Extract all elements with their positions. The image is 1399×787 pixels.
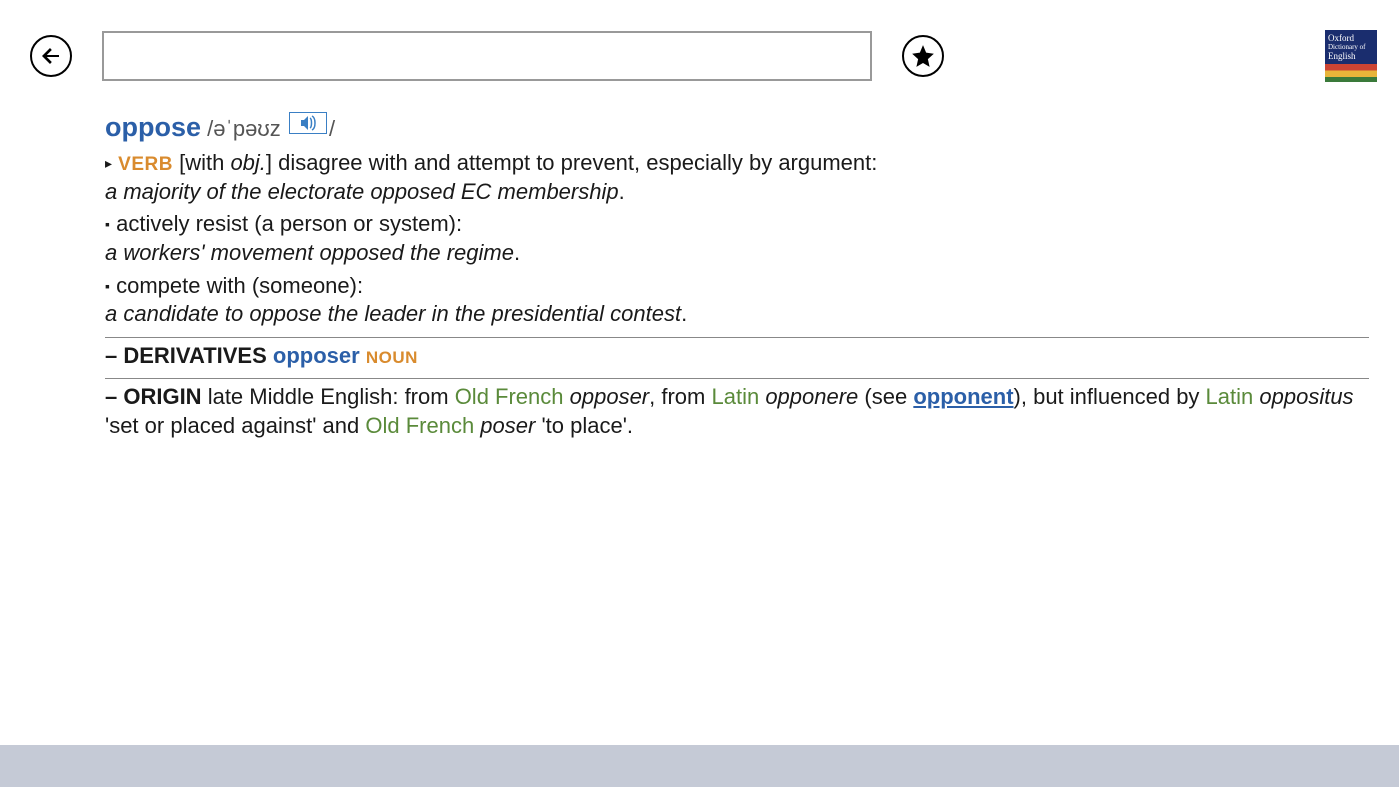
derivative-word: opposer — [273, 343, 360, 368]
bullet-marker: ▪ — [105, 216, 110, 232]
arrow-left-icon — [39, 44, 63, 68]
origin-w1: opposer — [564, 384, 650, 409]
definition-2: ▪ actively resist (a person or system): … — [105, 210, 1369, 267]
footer-bar — [0, 745, 1399, 787]
oxford-logo: Oxford Dictionary of English — [1325, 30, 1377, 82]
play-audio-button[interactable] — [289, 112, 327, 134]
derivative-pos: NOUN — [366, 348, 418, 367]
definition-3: ▪ compete with (someone): a candidate to… — [105, 272, 1369, 329]
def-text-3: compete with (someone): — [116, 273, 363, 298]
grammar-close: ] — [266, 150, 278, 175]
origin-lang4: Old French — [365, 413, 474, 438]
derivatives-section: – DERIVATIVES opposer NOUN — [105, 337, 1369, 371]
search-input[interactable] — [102, 31, 872, 81]
origin-t3: (see — [858, 384, 913, 409]
origin-t1: late Middle English: from — [202, 384, 455, 409]
bullet-marker: ▪ — [105, 278, 110, 294]
back-button[interactable] — [30, 35, 72, 77]
triangle-marker: ▸ — [105, 155, 112, 171]
origin-t6: 'to place'. — [535, 413, 633, 438]
headword-line: oppose /əˈpəʊz / — [105, 110, 1369, 145]
favorite-button[interactable] — [902, 35, 944, 77]
example-1: a majority of the electorate opposed EC … — [105, 179, 619, 204]
def-text-1: disagree with and attempt to prevent, es… — [278, 150, 877, 175]
speaker-icon — [300, 115, 318, 131]
example-3: a candidate to oppose the leader in the … — [105, 301, 681, 326]
logo-text-3: English — [1328, 52, 1374, 62]
entry-content: oppose /əˈpəʊz / ▸ VERB [with obj.] disa… — [0, 82, 1399, 441]
origin-lang2: Latin — [711, 384, 759, 409]
origin-t2: , from — [649, 384, 711, 409]
origin-t4: ), but influenced by — [1014, 384, 1206, 409]
pron-close: / — [329, 116, 335, 141]
part-of-speech: VERB — [118, 154, 173, 175]
origin-lang3: Latin — [1206, 384, 1254, 409]
origin-lang1: Old French — [455, 384, 564, 409]
origin-w3: oppositus — [1253, 384, 1353, 409]
origin-label: – ORIGIN — [105, 384, 202, 409]
origin-link-opponent[interactable]: opponent — [913, 384, 1013, 409]
def-text-2: actively resist (a person or system): — [116, 211, 462, 236]
star-icon — [910, 43, 936, 69]
origin-w4: poser — [474, 413, 535, 438]
origin-w2: opponere — [759, 384, 858, 409]
origin-t5: 'set or placed against' and — [105, 413, 365, 438]
definition-1: ▸ VERB [with obj.] disagree with and att… — [105, 149, 1369, 206]
grammar-open: [with — [179, 150, 230, 175]
example-2: a workers' movement opposed the regime — [105, 240, 514, 265]
headword: oppose — [105, 112, 201, 142]
origin-section: – ORIGIN late Middle English: from Old F… — [105, 378, 1369, 440]
derivatives-label: – DERIVATIVES — [105, 343, 267, 368]
pronunciation: əˈpəʊz — [213, 116, 281, 141]
grammar-obj: obj. — [230, 150, 265, 175]
